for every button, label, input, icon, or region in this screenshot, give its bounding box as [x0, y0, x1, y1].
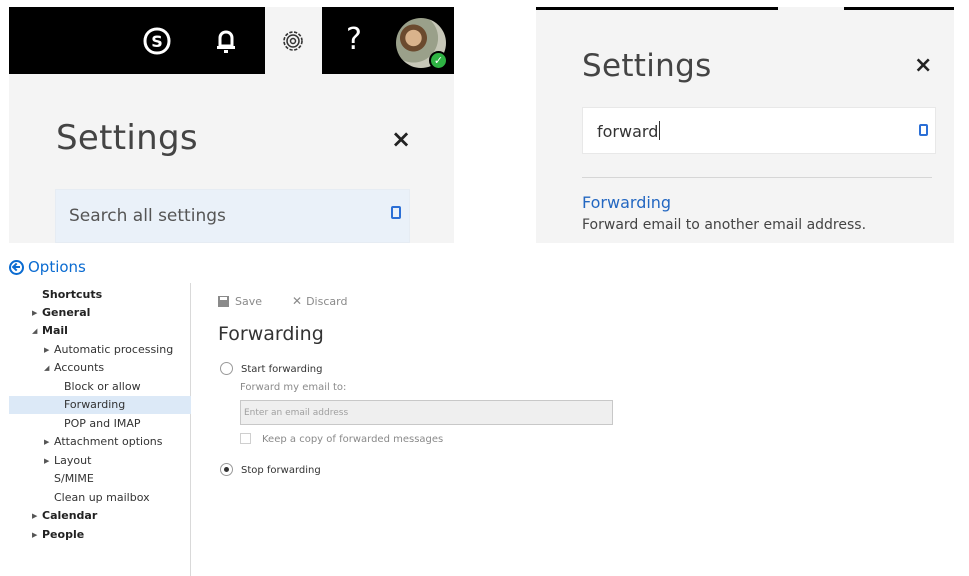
settings-search-input[interactable]: Search all settings [55, 189, 410, 243]
nav-item-layout[interactable]: ▶ Layout [9, 452, 191, 470]
settings-search-input[interactable]: forward [582, 107, 936, 154]
gear-icon[interactable] [275, 23, 311, 59]
presence-available-icon: ✓ [429, 51, 448, 70]
back-arrow-icon[interactable] [9, 259, 24, 275]
settings-panel-search-results: Settings × forward Forwarding Forward em… [536, 7, 954, 243]
top-bar-strip [844, 7, 954, 10]
discard-icon[interactable]: ✕ [292, 294, 302, 308]
skype-icon[interactable]: S [140, 24, 174, 58]
nav-item-automatic-processing[interactable]: ▶ Automatic processing [9, 341, 191, 359]
settings-title: Settings [582, 48, 712, 84]
nav-item-general[interactable]: ▶ General [9, 304, 191, 322]
options-back-link[interactable]: Options [9, 258, 86, 276]
search-icon[interactable] [391, 206, 401, 219]
search-value: forward [597, 122, 659, 141]
collapse-arrow-icon[interactable]: ◢ [32, 322, 42, 340]
text-cursor [659, 121, 661, 140]
divider [582, 177, 932, 178]
search-icon[interactable] [919, 124, 928, 136]
page-title: Forwarding [218, 323, 324, 345]
nav-item-mail[interactable]: ◢ Mail [9, 322, 191, 340]
nav-item-block-or-allow[interactable]: Block or allow [9, 378, 191, 396]
expand-arrow-icon[interactable]: ▶ [44, 341, 54, 359]
collapse-arrow-icon[interactable]: ◢ [44, 359, 54, 377]
expand-arrow-icon[interactable]: ▶ [44, 452, 54, 470]
toolbar: Save ✕ Discard [218, 294, 347, 308]
save-button[interactable]: Save [235, 295, 262, 308]
forward-to-label: Forward my email to: [240, 382, 347, 393]
options-title[interactable]: Options [28, 258, 86, 276]
nav-item-shortcuts[interactable]: Shortcuts [9, 286, 191, 304]
keep-copy-checkbox[interactable] [240, 433, 251, 444]
stop-forwarding-radio[interactable] [220, 463, 233, 476]
options-nav: Shortcuts ▶ General ◢ Mail ▶ Automatic proc… [9, 283, 191, 576]
email-field[interactable]: Enter an email address [240, 400, 613, 425]
settings-panel-closed-search: S ? ✓ Settings × Search all settings [9, 7, 454, 243]
forwarding-settings: Save ✕ Discard Forwarding Start forwardi… [218, 290, 958, 576]
close-icon[interactable]: × [391, 125, 411, 153]
stop-forwarding-label[interactable]: Stop forwarding [241, 465, 321, 476]
email-placeholder: Enter an email address [244, 408, 349, 418]
expand-arrow-icon[interactable]: ▶ [32, 304, 42, 322]
expand-arrow-icon[interactable]: ▶ [44, 433, 54, 451]
bell-icon[interactable] [209, 24, 243, 58]
discard-button[interactable]: Discard [306, 295, 347, 308]
help-button[interactable]: ? [337, 19, 371, 59]
save-icon[interactable] [218, 295, 229, 307]
nav-item-clean-up-mailbox[interactable]: Clean up mailbox [9, 489, 191, 507]
nav-item-attachment-options[interactable]: ▶ Attachment options [9, 433, 191, 451]
expand-arrow-icon[interactable]: ▶ [32, 507, 42, 525]
top-bar-strip [536, 7, 778, 10]
nav-item-forwarding[interactable]: Forwarding [9, 396, 191, 414]
close-icon[interactable]: × [914, 53, 932, 78]
search-placeholder: Search all settings [69, 206, 226, 226]
search-result-description: Forward email to another email address. [582, 217, 867, 233]
nav-item-pop-and-imap[interactable]: POP and IMAP [9, 415, 191, 433]
search-result-forwarding-link[interactable]: Forwarding [582, 193, 671, 212]
svg-text:S: S [151, 32, 163, 51]
settings-title: Settings [56, 118, 198, 158]
expand-arrow-icon[interactable]: ▶ [32, 526, 42, 544]
nav-item-smime[interactable]: S/MIME [9, 470, 191, 488]
start-forwarding-label[interactable]: Start forwarding [241, 364, 322, 375]
nav-item-calendar[interactable]: ▶ Calendar [9, 507, 191, 525]
start-forwarding-radio[interactable] [220, 362, 233, 375]
nav-item-accounts[interactable]: ◢ Accounts [9, 359, 191, 377]
nav-item-people[interactable]: ▶ People [9, 526, 191, 544]
keep-copy-label[interactable]: Keep a copy of forwarded messages [262, 434, 443, 445]
